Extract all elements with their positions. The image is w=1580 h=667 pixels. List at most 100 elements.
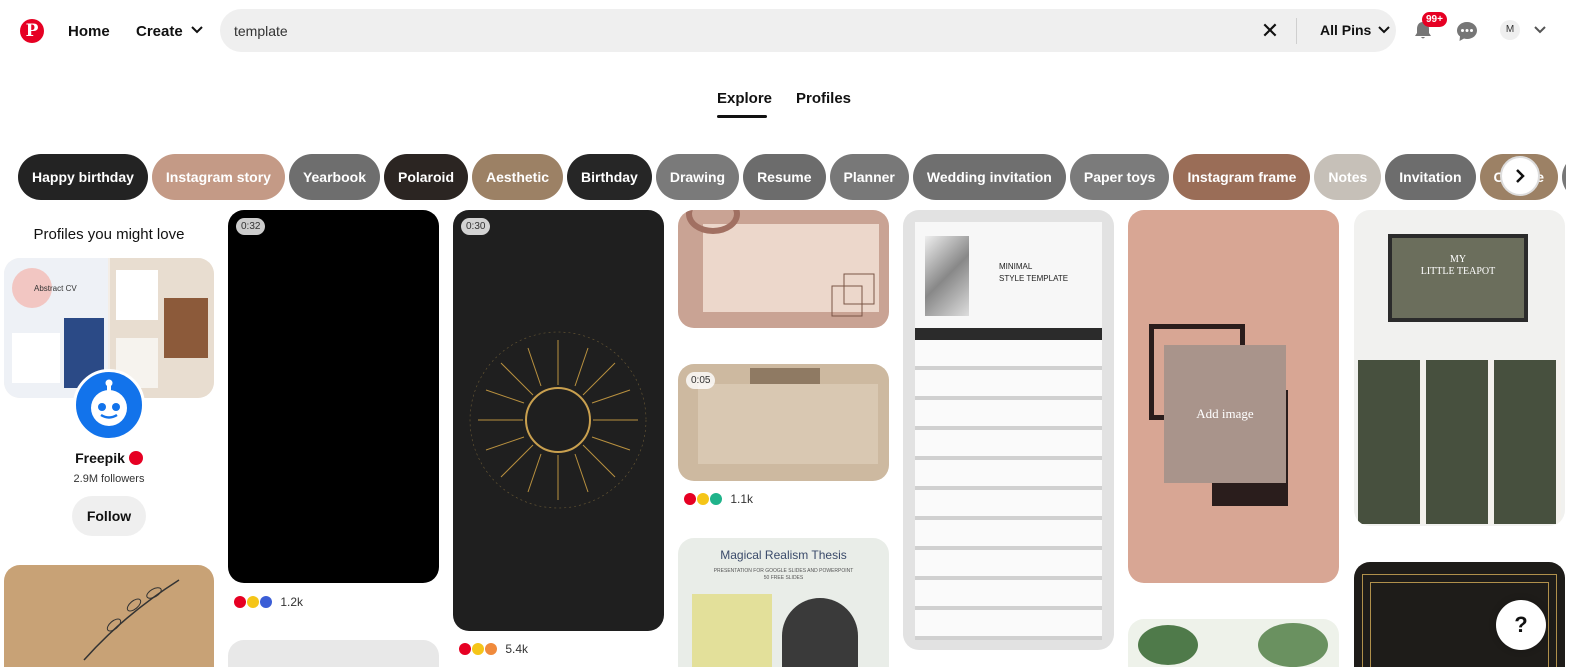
clear-search-icon[interactable]: ✕ xyxy=(1256,17,1284,45)
chips-next-button[interactable] xyxy=(1500,156,1540,196)
sunburst-logo-illustration xyxy=(469,331,647,509)
pin-partial-gray[interactable] xyxy=(228,640,439,667)
haha-reaction-icon xyxy=(485,643,497,655)
all-pins-filter[interactable]: All Pins xyxy=(1320,22,1390,38)
chip-invitation[interactable]: Invitation xyxy=(1385,154,1476,200)
chip-drawing[interactable]: Drawing xyxy=(655,154,740,200)
results-tabs: Explore Profiles xyxy=(0,88,1580,120)
top-bar: Home Create ✕ All Pins 99+ M xyxy=(0,0,1580,62)
pin-title: Magical Realism Thesis xyxy=(720,548,847,562)
screen-text-1: MY xyxy=(1449,254,1467,265)
heart-reaction-icon xyxy=(459,643,471,655)
wow-reaction-icon xyxy=(472,643,484,655)
pin-video-paper[interactable]: 0:05 xyxy=(678,364,889,481)
wow-reaction-icon xyxy=(697,493,709,505)
pin-add-image-template[interactable]: Add image xyxy=(1128,210,1339,583)
reaction-count: 5.4k xyxy=(505,642,529,656)
pin-little-teapot[interactable]: MY LITTLE TEAPOT xyxy=(1354,210,1565,526)
messages-icon[interactable] xyxy=(1456,20,1478,42)
template-pages xyxy=(1358,360,1561,524)
tape-strip xyxy=(750,368,820,384)
help-button[interactable]: ? xyxy=(1496,600,1546,650)
profiles-section-title: Profiles you might love xyxy=(33,226,185,243)
pin-reactions: 5.4k xyxy=(459,642,528,656)
leaf-shape xyxy=(1138,625,1198,665)
tab-explore[interactable]: Explore xyxy=(717,90,772,107)
pinterest-logo-icon[interactable] xyxy=(20,19,44,43)
user-avatar[interactable]: M xyxy=(1500,20,1520,40)
verified-badge-icon xyxy=(128,451,143,465)
tab-profiles[interactable]: Profiles xyxy=(796,90,851,107)
screen-text-2: LITTLE TEAPOT xyxy=(1420,266,1496,277)
thanks-reaction-icon xyxy=(710,493,722,505)
leaf-branch-illustration xyxy=(83,579,180,661)
video-duration: 0:05 xyxy=(686,372,716,389)
search-bar: ✕ All Pins xyxy=(220,9,1396,52)
active-tab-underline xyxy=(717,115,767,118)
chevron-down-icon xyxy=(1378,26,1390,34)
robot-logo-icon xyxy=(91,379,127,426)
pin-video-sunburst[interactable]: 0:30 xyxy=(453,210,664,631)
profile-cover-text: Abstract CV xyxy=(34,284,77,293)
chip-instagram-frame[interactable]: Instagram frame xyxy=(1173,154,1311,200)
account-chevron-down-icon[interactable] xyxy=(1532,22,1548,38)
chip-birthday[interactable]: Birthday xyxy=(567,154,652,200)
chevron-down-icon xyxy=(191,26,203,34)
chip-resume[interactable]: Resume xyxy=(743,154,826,200)
chevron-right-icon xyxy=(1516,169,1525,183)
chip-notes[interactable]: Notes xyxy=(1314,154,1382,200)
slide-title-2: STYLE TEMPLATE xyxy=(999,274,1069,283)
search-suggestion-chips: Happy birthday Instagram story Yearbook Pol… xyxy=(18,154,1566,200)
chip-aesthetic[interactable]: Aesthetic xyxy=(472,154,564,200)
chip-happy-birthday[interactable]: Happy birthday xyxy=(18,154,148,200)
heart-reaction-icon xyxy=(684,493,696,505)
search-divider xyxy=(1296,18,1297,44)
all-pins-label: All Pins xyxy=(1320,22,1372,38)
freepik-avatar[interactable] xyxy=(73,369,145,441)
heart-reaction-icon xyxy=(234,596,246,608)
chip-yearbook[interactable]: Yearbook xyxy=(288,154,380,200)
chip-polaroid[interactable]: Polaroid xyxy=(383,154,468,200)
pin-subtitle-2: 50 FREE SLIDES xyxy=(763,575,804,581)
pin-greenery[interactable] xyxy=(1128,619,1339,667)
pin-minimal-template[interactable]: MINIMAL STYLE TEMPLATE xyxy=(903,210,1114,650)
pin-reactions: 1.1k xyxy=(684,492,753,506)
slide-grid xyxy=(915,340,1102,640)
pin-video-black[interactable]: 0:32 xyxy=(228,210,439,583)
pin-subtitle: PRESENTATION FOR GOOGLE SLIDES AND POWER… xyxy=(713,568,854,574)
decor-shape xyxy=(116,270,158,320)
profile-name[interactable]: Freepik xyxy=(4,450,214,466)
pin-magical-realism[interactable]: Magical Realism Thesis PRESENTATION FOR … xyxy=(678,538,889,667)
slide-image xyxy=(925,236,969,316)
video-duration: 0:30 xyxy=(461,218,491,235)
slide-cover: MINIMAL STYLE TEMPLATE xyxy=(915,222,1102,328)
chip-paper-toys[interactable]: Paper toys xyxy=(1069,154,1170,200)
pin-kraft-paper[interactable] xyxy=(4,565,214,667)
decor-arch xyxy=(782,598,858,667)
paper-texture xyxy=(698,384,878,464)
profile-name-text: Freepik xyxy=(75,450,125,466)
nav-create[interactable]: Create xyxy=(136,23,203,40)
search-input[interactable] xyxy=(234,21,1234,41)
decor-shape xyxy=(164,298,208,358)
wire-cube-illustration xyxy=(831,273,875,317)
decor-panel xyxy=(692,594,772,667)
chip-wedding-invitation[interactable]: Wedding invitation xyxy=(912,154,1066,200)
chip-illustration[interactable]: Illustration xyxy=(1562,154,1566,200)
reaction-count: 1.2k xyxy=(280,595,304,609)
video-duration: 0:32 xyxy=(236,218,266,235)
wow-reaction-icon xyxy=(247,596,259,608)
notification-badge: 99+ xyxy=(1422,12,1447,27)
add-image-placeholder: Add image xyxy=(1164,345,1286,483)
follow-button[interactable]: Follow xyxy=(72,496,146,536)
chip-instagram-story[interactable]: Instagram story xyxy=(151,154,285,200)
slide-band xyxy=(915,328,1102,340)
pin-beige-frame[interactable] xyxy=(678,210,889,328)
nav-home[interactable]: Home xyxy=(68,23,110,40)
monitor-screen xyxy=(1392,238,1524,318)
nav-create-label: Create xyxy=(136,23,183,40)
chip-planner[interactable]: Planner xyxy=(829,154,909,200)
monitor xyxy=(1388,234,1528,322)
slide-title-1: MINIMAL xyxy=(999,262,1033,271)
decor-shape xyxy=(12,333,60,383)
